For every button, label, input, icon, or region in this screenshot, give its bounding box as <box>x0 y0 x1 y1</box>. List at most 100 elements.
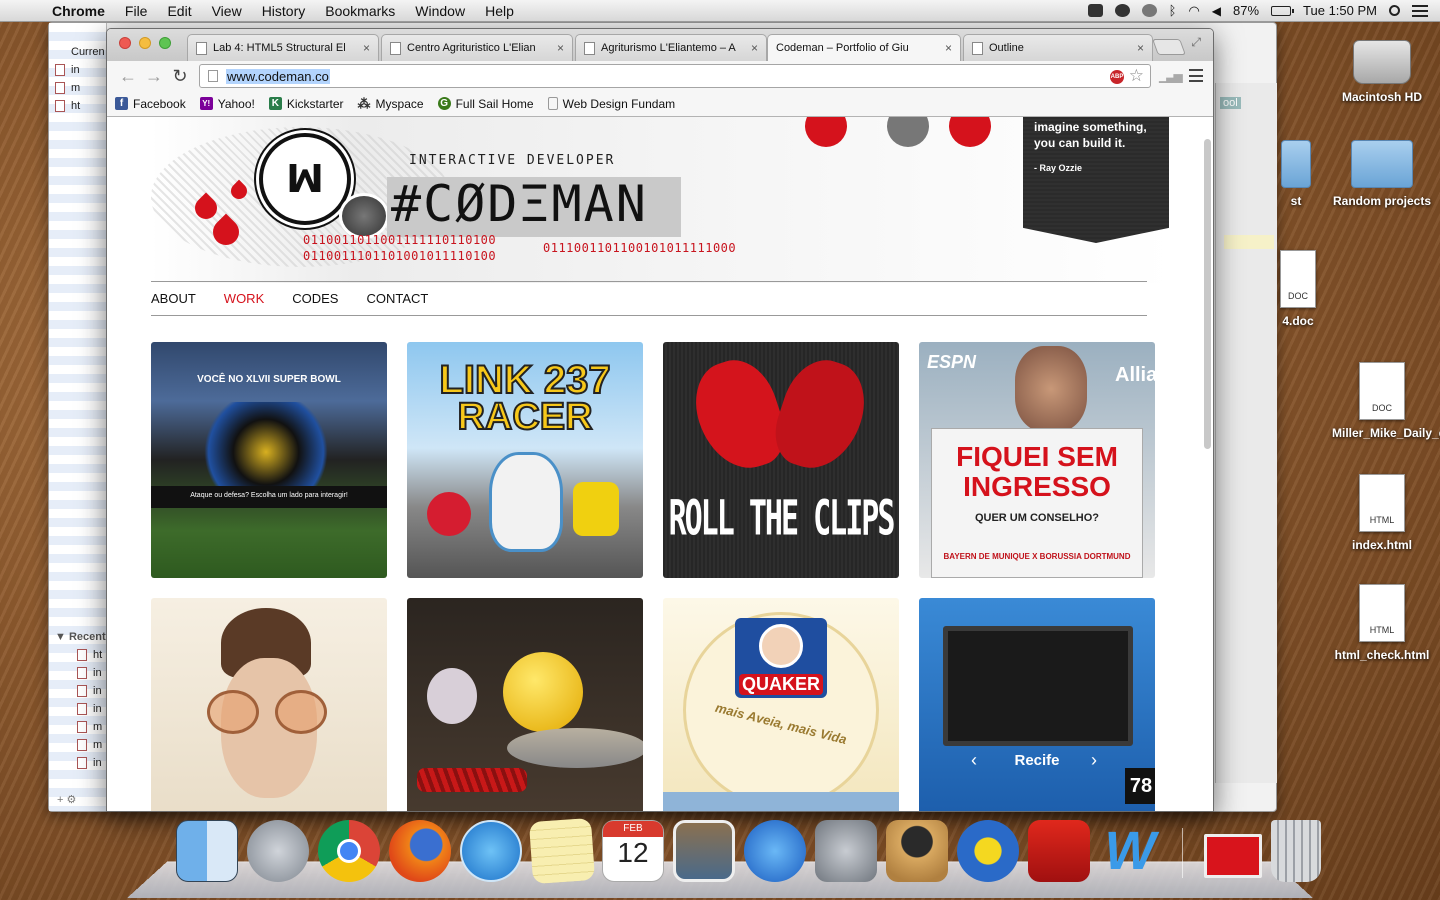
bookmark-kickstarter[interactable]: K Kickstarter <box>268 97 344 111</box>
back-button[interactable]: ← <box>115 66 141 87</box>
url-text[interactable]: www.codeman.co <box>226 68 330 84</box>
menu-history[interactable]: History <box>252 3 316 19</box>
finder-item[interactable]: in <box>55 64 109 77</box>
page-scrollbar[interactable] <box>1204 139 1211 449</box>
desktop-icon-index-html[interactable]: HTML index.html <box>1332 474 1432 552</box>
menu-window[interactable]: Window <box>405 3 475 19</box>
sync-icon[interactable] <box>1114 4 1130 17</box>
forward-button[interactable]: → <box>141 66 167 87</box>
nav-codes[interactable]: CODES <box>292 291 338 306</box>
adblock-plus-icon[interactable]: ABP <box>1110 70 1124 84</box>
zoom-window-button[interactable] <box>159 37 171 49</box>
coda-icon[interactable] <box>957 820 1019 882</box>
tab-outline[interactable]: Outline × <box>963 34 1153 61</box>
bookmark-full-sail[interactable]: G Full Sail Home <box>437 97 534 111</box>
tab-close-icon[interactable]: × <box>557 41 564 55</box>
portfolio-tile-quaker[interactable]: QUAKER mais Aveia, mais Vida <box>663 598 899 811</box>
finder-add-button[interactable]: + ⚙ <box>57 793 111 806</box>
finder-item[interactable]: ht <box>55 100 109 113</box>
address-bar[interactable]: www.codeman.co ABP ☆ <box>199 64 1151 88</box>
bookmark-myspace[interactable]: ⁂ Myspace <box>358 97 424 111</box>
next-arrow-icon[interactable]: › <box>1091 750 1097 771</box>
menu-file[interactable]: File <box>115 3 158 19</box>
extension-signal-icon[interactable]: ▁▃▅ <box>1159 69 1183 83</box>
tab-agriturismo[interactable]: Agriturismo L'Eliantemo – A × <box>575 34 767 61</box>
portfolio-tile-fiquei-sem-ingresso[interactable]: ESPN Allia FIQUEI SEM INGRESSO QUER UM C… <box>919 342 1155 578</box>
bookmark-label: Myspace <box>375 96 424 111</box>
notification-center-icon[interactable] <box>1412 4 1428 17</box>
system-preferences-icon[interactable] <box>815 820 877 882</box>
wifi-icon[interactable]: ◠ <box>1188 3 1199 19</box>
chrome-window[interactable]: Lab 4: HTML5 Structural El × Centro Agri… <box>106 28 1214 812</box>
spotlight-icon[interactable] <box>1389 5 1400 16</box>
menu-bookmarks[interactable]: Bookmarks <box>315 3 405 19</box>
nav-work[interactable]: WORK <box>224 291 264 306</box>
app-store-icon[interactable] <box>744 820 806 882</box>
desktop-icon-miller-doc[interactable]: DOC Miller_Mike_Daily_q...tions. <box>1332 362 1440 440</box>
tab-codeman[interactable]: Codeman – Portfolio of Giu × <box>767 34 961 61</box>
desktop-icon-random-projects[interactable]: Random projects <box>1332 140 1432 208</box>
volume-icon[interactable]: ◀ <box>1212 4 1221 18</box>
launchpad-icon[interactable] <box>247 820 309 882</box>
bookmark-web-design[interactable]: Web Design Fundam <box>547 97 675 111</box>
desktop-icon-macintosh-hd[interactable]: Macintosh HD <box>1332 40 1432 104</box>
iphoto-icon[interactable] <box>673 820 735 882</box>
portfolio-tile-recife[interactable]: ‹ Recife › 78 <box>919 598 1155 811</box>
portfolio-tile-fashion-portrait[interactable] <box>151 598 387 811</box>
notes-icon[interactable] <box>528 817 596 885</box>
trash-icon[interactable] <box>1271 820 1321 882</box>
nav-contact[interactable]: CONTACT <box>366 291 428 306</box>
tab-centro-agrituristico[interactable]: Centro Agrituristico L'Elian × <box>381 34 573 61</box>
minimize-window-button[interactable] <box>139 37 151 49</box>
word-icon[interactable]: W <box>1099 820 1161 882</box>
close-window-button[interactable] <box>119 37 131 49</box>
sunglasses-image <box>207 690 259 734</box>
tile-caption: Recife <box>1014 752 1060 769</box>
menu-app-name[interactable]: Chrome <box>42 3 115 19</box>
site-wordmark[interactable]: #CØDΞMAN <box>391 175 648 233</box>
itunes-icon[interactable] <box>460 820 522 882</box>
acrobat-icon[interactable] <box>1028 820 1090 882</box>
tab-close-icon[interactable]: × <box>1137 41 1144 55</box>
firefox-icon[interactable] <box>389 820 451 882</box>
finder-icon[interactable] <box>176 820 238 882</box>
menu-help[interactable]: Help <box>475 3 524 19</box>
tab-lab4[interactable]: Lab 4: HTML5 Structural El × <box>187 34 379 61</box>
portfolio-tile-roll-the-clips[interactable]: ROLL THE CLIPS <box>663 342 899 578</box>
battery-percent[interactable]: 87% <box>1233 3 1259 18</box>
minimized-window-icon[interactable] <box>1204 834 1262 878</box>
portfolio-tile-superbowl[interactable]: VOCÊ NO XLVII SUPER BOWL Ataque ou defes… <box>151 342 387 578</box>
tab-close-icon[interactable]: × <box>945 41 952 55</box>
portfolio-tile-food-photo[interactable] <box>407 598 643 811</box>
github-icon[interactable] <box>886 820 948 882</box>
bookmark-facebook[interactable]: f Facebook <box>115 97 186 111</box>
finder-item-label: in <box>93 757 102 769</box>
nav-about[interactable]: ABOUT <box>151 291 196 306</box>
tab-close-icon[interactable]: × <box>363 41 370 55</box>
desktop-icon-label: Miller_Mike_Daily_q...tions. <box>1332 426 1440 440</box>
desktop-icon-partial-doc[interactable]: DOC 4.doc <box>1268 250 1328 328</box>
clock[interactable]: Tue 1:50 PM <box>1303 3 1377 18</box>
new-tab-button[interactable] <box>1152 39 1186 55</box>
menu-edit[interactable]: Edit <box>157 3 201 19</box>
time-machine-icon[interactable] <box>1141 4 1157 17</box>
tab-close-icon[interactable]: × <box>751 41 758 55</box>
codeman-logo[interactable]: ꟽ <box>259 133 351 225</box>
desktop-icon-html-check[interactable]: HTML html_check.html <box>1332 584 1432 662</box>
reload-button[interactable]: ↻ <box>167 66 193 87</box>
chrome-icon[interactable] <box>318 820 380 882</box>
bluetooth-icon[interactable]: ᛒ <box>1169 3 1177 18</box>
doc-badge: DOC <box>1288 291 1308 301</box>
portfolio-tile-link237[interactable]: LINK 237 RACER <box>407 342 643 578</box>
desktop-icon-partial-folder[interactable]: st <box>1276 140 1316 208</box>
finder-item-label: in <box>93 667 102 679</box>
finder-item[interactable]: m <box>55 82 109 95</box>
bookmark-star-icon[interactable]: ☆ <box>1129 66 1144 86</box>
fullscreen-icon[interactable]: ⤢ <box>1191 35 1201 50</box>
menu-view[interactable]: View <box>202 3 252 19</box>
battery-icon[interactable] <box>1271 5 1295 16</box>
calendar-icon[interactable]: FEB 12 <box>602 820 664 882</box>
chrome-menu-icon[interactable] <box>1189 69 1203 82</box>
camera-icon[interactable] <box>1087 4 1103 17</box>
bookmark-yahoo[interactable]: Y! Yahoo! <box>199 97 255 111</box>
